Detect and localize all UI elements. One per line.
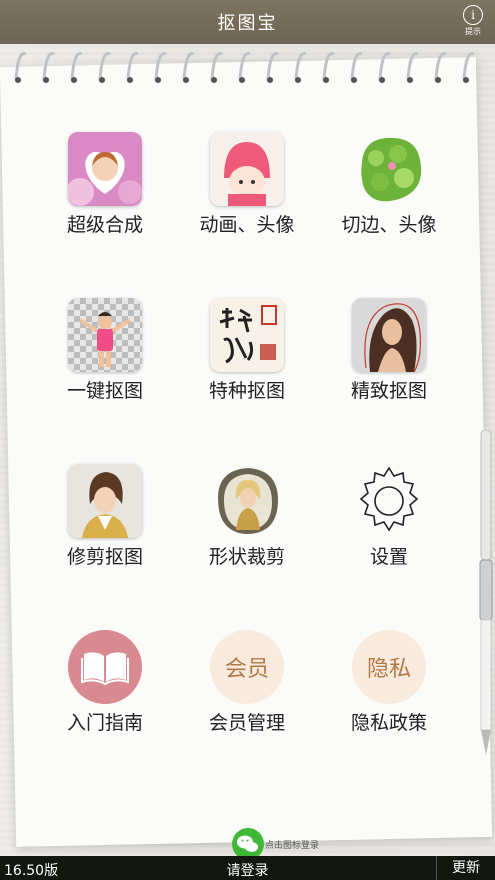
special-cutout-icon bbox=[210, 298, 284, 372]
fine-cutout-icon bbox=[352, 298, 426, 372]
tile-label: 一键抠图 bbox=[66, 380, 143, 402]
trim-cutout-icon bbox=[68, 464, 142, 538]
tile-label: 动画、头像 bbox=[199, 214, 295, 236]
tile-label: 设置 bbox=[369, 546, 408, 568]
app-title: 抠图宝 bbox=[217, 13, 278, 34]
tile-label: 切边、头像 bbox=[341, 214, 437, 236]
tile-label: 超级合成 bbox=[66, 214, 143, 236]
bottom-bar: 16.50版 请登录 更新 bbox=[0, 856, 495, 880]
title-bar: 抠图宝 i 提示 bbox=[0, 0, 495, 44]
update-button[interactable]: 更新 bbox=[436, 856, 495, 880]
animation-avatar-icon bbox=[210, 132, 284, 206]
tile-fine-cutout[interactable]: 精致抠图 bbox=[318, 298, 460, 403]
tile-one-click-cutout[interactable]: 一键抠图 bbox=[34, 298, 176, 403]
tile-cut-edge-avatar[interactable]: 切边、头像 bbox=[318, 132, 460, 237]
tile-special-cutout[interactable]: 特种抠图 bbox=[176, 298, 318, 403]
shape-crop-icon bbox=[210, 464, 284, 538]
info-button[interactable]: i 提示 bbox=[463, 5, 483, 37]
tile-member-management[interactable]: 会员 会员管理 bbox=[176, 630, 318, 735]
member-badge-text: 会员 bbox=[224, 657, 269, 682]
gear-icon bbox=[352, 464, 426, 538]
tile-animation-avatar[interactable]: 动画、头像 bbox=[176, 132, 318, 237]
tile-shape-crop[interactable]: 形状裁剪 bbox=[176, 464, 318, 569]
tile-label: 会员管理 bbox=[208, 712, 285, 734]
tile-settings[interactable]: 设置 bbox=[318, 464, 460, 569]
info-icon: i bbox=[463, 5, 483, 25]
book-icon bbox=[68, 630, 142, 704]
tile-trim-cutout[interactable]: 修剪抠图 bbox=[34, 464, 176, 569]
privacy-badge-icon: 隐私 bbox=[352, 630, 426, 704]
cut-edge-avatar-icon bbox=[352, 132, 426, 206]
member-badge-icon: 会员 bbox=[210, 630, 284, 704]
tile-label: 特种抠图 bbox=[208, 380, 285, 402]
tile-getting-started[interactable]: 入门指南 bbox=[34, 630, 176, 735]
one-click-cutout-icon bbox=[68, 298, 142, 372]
tile-label: 入门指南 bbox=[66, 712, 143, 734]
info-label: 提示 bbox=[465, 27, 481, 36]
tile-label: 精致抠图 bbox=[350, 380, 427, 402]
wechat-login-hint: 点击图标登录 bbox=[265, 841, 320, 851]
tile-label: 修剪抠图 bbox=[66, 546, 143, 568]
tile-super-composite[interactable]: 超级合成 bbox=[34, 132, 176, 237]
feature-grid: 超级合成 动画、头像 切边、头像 一键抠图 特种抠图 精致抠图 修剪抠图 形状裁… bbox=[0, 0, 495, 880]
login-link[interactable]: 请登录 bbox=[0, 860, 495, 880]
tile-label: 形状裁剪 bbox=[208, 546, 285, 568]
privacy-badge-text: 隐私 bbox=[366, 657, 411, 682]
super-composite-icon bbox=[68, 132, 142, 206]
tile-label: 隐私政策 bbox=[350, 712, 427, 734]
tile-privacy-policy[interactable]: 隐私 隐私政策 bbox=[318, 630, 460, 735]
